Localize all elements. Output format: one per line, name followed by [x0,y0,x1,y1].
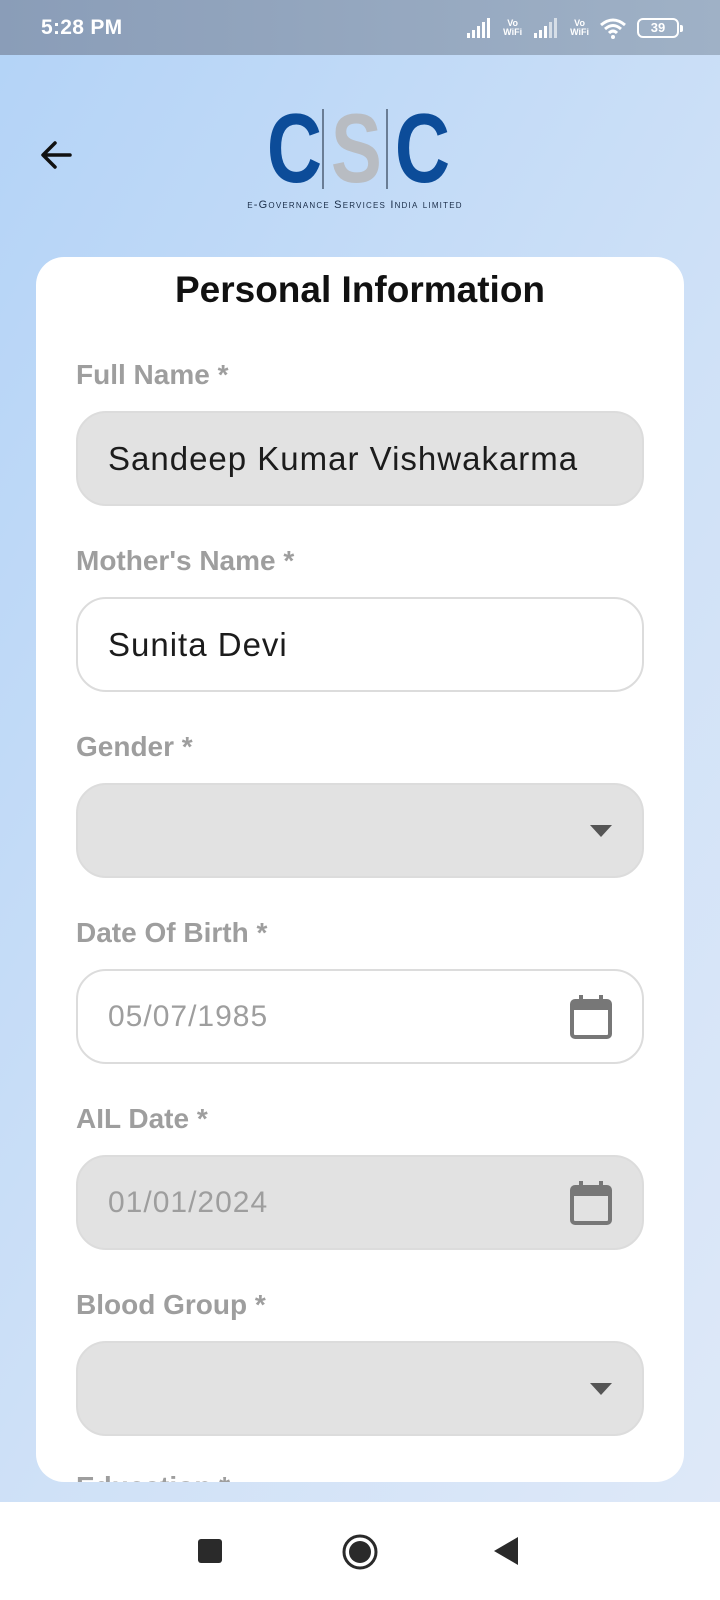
ail-date-value: 01/01/2024 [108,1185,269,1219]
date-of-birth-value: 05/07/1985 [108,999,269,1033]
gender-label: Gender * [76,731,193,762]
card-title: Personal Information [174,269,546,310]
calendar-icon[interactable] [570,994,612,1039]
battery-level: 39 [650,20,666,35]
education-label: Education * [76,1471,230,1482]
signal-icon-2 [534,17,558,38]
status-bar: 5:28 PM Vo WiFi Vo WiFi 39 [0,0,720,55]
signal-icon [467,17,491,38]
back-button[interactable] [34,133,78,177]
full-name-label: Full Name * [76,359,229,390]
vowifi-bottom-2: WiFi [570,26,589,37]
caret-down-icon [590,824,612,837]
wifi-icon [600,18,626,39]
nav-back-button[interactable] [494,1537,518,1565]
full-name-field: Full Name * Sandeep Kumar Vishwakarma [76,359,644,506]
csc-logo: C S C e-Governance Services India limite… [205,93,505,220]
status-icons: Vo WiFi Vo WiFi 39 [465,17,683,39]
logo-letter-s: S [330,93,382,203]
recents-button[interactable] [198,1539,222,1563]
blood-group-field: Blood Group * [76,1289,644,1436]
full-name-value: Sandeep Kumar Vishwakarma [108,439,579,477]
logo-letters: C S C [205,93,505,203]
ail-date-input[interactable]: 01/01/2024 [76,1155,644,1250]
logo-separator [322,109,324,189]
system-nav-bar [0,1502,720,1600]
date-of-birth-label: Date Of Birth * [76,917,268,948]
date-of-birth-input[interactable]: 05/07/1985 [76,969,644,1064]
full-name-input[interactable]: Sandeep Kumar Vishwakarma [76,411,644,506]
battery-icon: 39 [637,17,683,38]
date-of-birth-field: Date Of Birth * 05/07/1985 [76,917,644,1064]
gender-field: Gender * [76,731,644,878]
caret-down-icon-2 [590,1382,612,1395]
vowifi-icon-2: Vo WiFi [570,18,589,37]
vowifi-bottom: WiFi [503,26,523,37]
gender-select[interactable] [76,783,644,878]
blood-group-select[interactable] [76,1341,644,1436]
personal-info-card: Personal Information Full Name * Sandeep… [36,257,684,1482]
logo-letter-c1: C [266,93,322,203]
blood-group-label: Blood Group * [76,1289,266,1320]
status-time: 5:28 PM [41,15,123,39]
mothers-name-input[interactable]: Sunita Devi [76,597,644,692]
calendar-icon-2[interactable] [570,1180,612,1225]
mothers-name-field: Mother's Name * Sunita Devi [76,545,644,692]
home-button[interactable] [342,1534,378,1570]
arrow-left-icon [41,141,72,169]
ail-date-label: AIL Date * [76,1103,208,1134]
ail-date-field: AIL Date * 01/01/2024 [76,1103,644,1250]
vowifi-icon: Vo WiFi [503,18,523,37]
mothers-name-label: Mother's Name * [76,545,295,576]
logo-letter-c2: C [394,93,450,203]
mothers-name-value: Sunita Devi [108,625,288,663]
logo-separator-2 [386,109,388,189]
